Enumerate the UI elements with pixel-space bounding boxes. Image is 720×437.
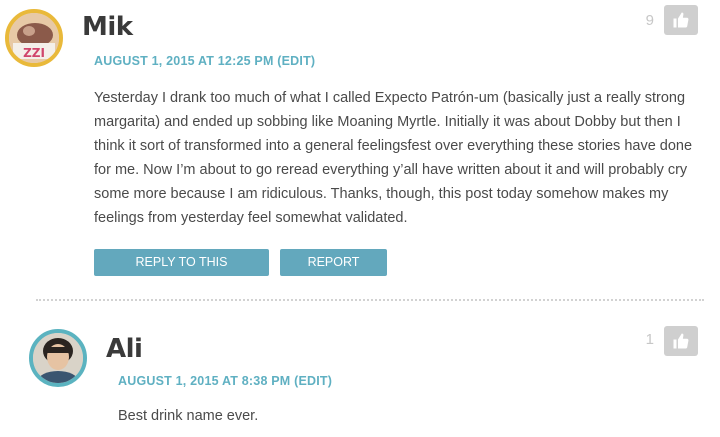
avatar-image: ZZI (9, 13, 59, 63)
comment-date-link[interactable]: AUGUST 1, 2015 AT 12:25 PM (94, 54, 274, 68)
comment-author: Mik (82, 12, 133, 42)
thumbs-up-icon (673, 333, 689, 349)
avatar-image (33, 333, 83, 383)
edit-link[interactable]: (EDIT) (277, 54, 315, 68)
avatar[interactable] (29, 329, 87, 387)
comment-divider (36, 299, 704, 301)
edit-link[interactable]: (EDIT) (294, 374, 332, 388)
like-button[interactable] (664, 5, 698, 35)
comment-text: Best drink name ever. (118, 408, 259, 424)
comment-mik: ZZI Mik AUGUST 1, 2015 AT 12:25 PM (EDIT… (0, 0, 720, 300)
avatar-lettering: ZZI (23, 46, 45, 60)
report-user-button[interactable]: REPORT USER (280, 249, 387, 296)
avatar[interactable]: ZZI (5, 9, 63, 67)
comment-author: Ali (106, 334, 143, 364)
like-button[interactable] (664, 326, 698, 356)
thumbs-up-icon (673, 12, 689, 28)
reply-button[interactable]: REPLY TO THIS COMMENT (94, 249, 269, 296)
like-count: 1 (645, 331, 654, 348)
comment-meta: AUGUST 1, 2015 AT 8:38 PM (EDIT) (118, 374, 332, 388)
comment-date-link[interactable]: AUGUST 1, 2015 AT 8:38 PM (118, 374, 290, 388)
like-count: 9 (645, 12, 654, 29)
comment-text: Yesterday I drank too much of what I cal… (94, 90, 693, 226)
comment-meta: AUGUST 1, 2015 AT 12:25 PM (EDIT) (94, 54, 315, 68)
